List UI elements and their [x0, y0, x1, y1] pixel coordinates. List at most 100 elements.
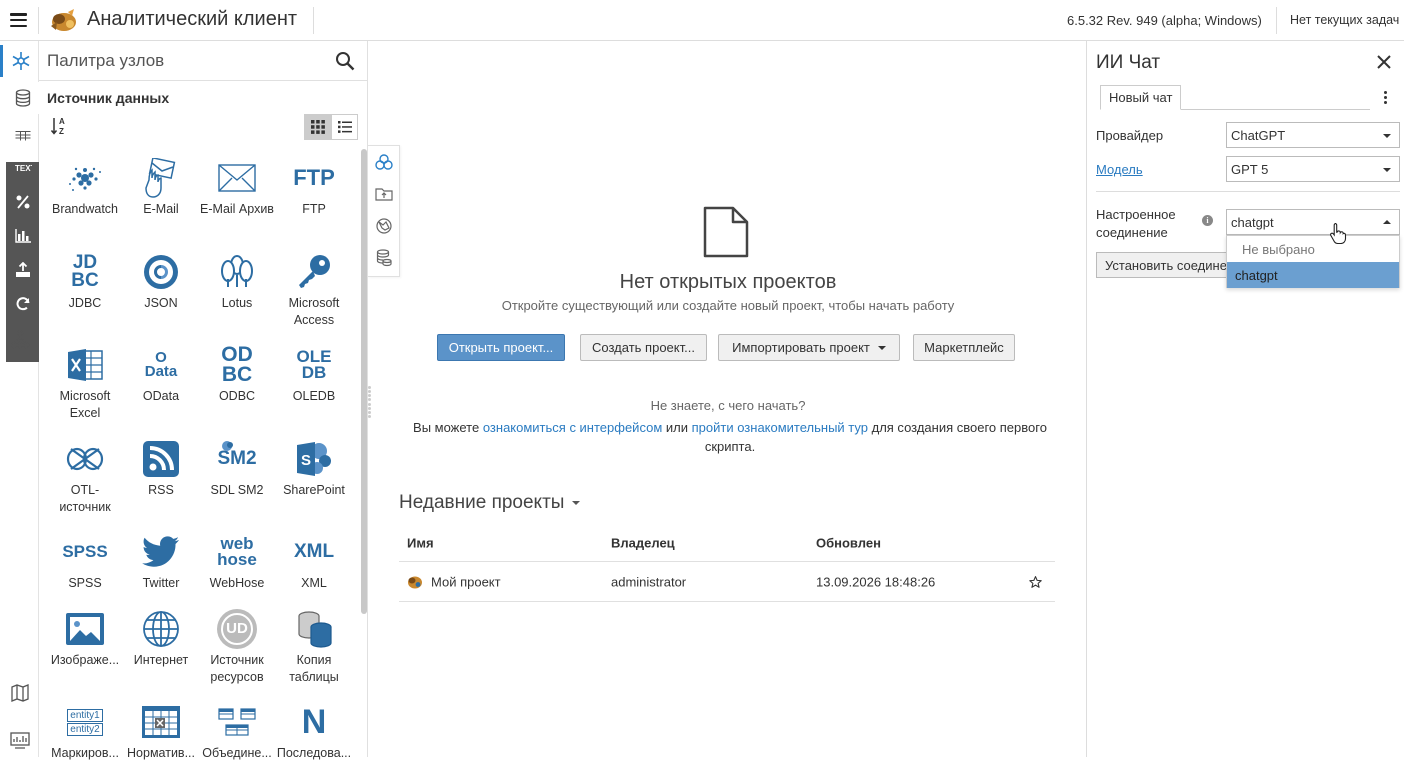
version-label: 6.5.32 Rev. 949 (alpha; Windows) [1067, 13, 1262, 28]
node-jdbc[interactable]: JD BC JDBC [47, 251, 123, 312]
node-json[interactable]: JSON [123, 251, 199, 312]
divider [313, 7, 314, 34]
ai-chat-panel: ИИ Чат Новый чат Провайдер ChatGPT Модел… [1086, 41, 1404, 757]
palette-search-placeholder: Палитра узлов [47, 51, 165, 70]
table-icon[interactable] [6, 118, 39, 150]
svg-text:TEXT: TEXT [15, 164, 32, 173]
dropdown-option[interactable]: Не выбрано [1227, 236, 1399, 262]
node-spss[interactable]: SPSS SPSS [47, 531, 123, 592]
open-project-button[interactable]: Открыть проект... [437, 334, 565, 361]
search-icon[interactable] [335, 51, 355, 71]
node-label: OTL-источник [59, 483, 111, 514]
node-sequence[interactable]: N Последова... [276, 701, 352, 762]
list-view-button[interactable] [331, 114, 358, 140]
dashboard-icon[interactable] [0, 725, 39, 757]
recent-projects-toggle[interactable]: Недавние проекты [399, 492, 581, 514]
info-icon[interactable]: i [1202, 215, 1213, 226]
rss-icon [143, 441, 179, 477]
text-icon[interactable]: TEXT [6, 152, 39, 184]
tour-link[interactable]: пройти ознакомительный тур [692, 420, 868, 435]
node-email[interactable]: E-Mail [123, 157, 199, 218]
node-label: Источник ресурсов [210, 653, 264, 684]
percent-icon[interactable] [6, 186, 39, 218]
marketplace-button[interactable]: Маркетплейс [913, 334, 1015, 361]
node-table-copy[interactable]: Копия таблицы [276, 608, 352, 685]
connection-select[interactable]: chatgpt [1226, 209, 1400, 235]
project-owner: administrator [611, 574, 687, 589]
node-label: SharePoint [283, 483, 345, 497]
node-sdl-sm2[interactable]: SM2 SDL SM2 [199, 438, 275, 499]
tasks-status[interactable]: Нет текущих задач [1290, 13, 1399, 27]
xml-icon: XML [293, 540, 335, 562]
spss-icon: SPSS [62, 541, 108, 561]
lotus-icon [221, 255, 253, 287]
table-row[interactable]: Мой проект administrator 13.09.2026 18:4… [399, 562, 1055, 602]
node-lotus[interactable]: Lotus [199, 251, 275, 312]
grid-view-button[interactable] [304, 114, 331, 140]
node-merge[interactable]: Объедине... [199, 701, 275, 762]
column-header[interactable]: Обновлен [816, 535, 881, 550]
model-link[interactable]: Модель [1096, 162, 1143, 177]
node-internet[interactable]: Интернет [123, 608, 199, 669]
node-label: Объедине... [202, 746, 272, 760]
node-ftp[interactable]: FTP FTP [276, 157, 352, 218]
brandwatch-icon [69, 167, 101, 191]
node-normative[interactable]: Норматив... [123, 701, 199, 762]
dropdown-option[interactable]: chatgpt [1227, 262, 1399, 288]
provider-select[interactable]: ChatGPT [1226, 122, 1400, 148]
map-icon[interactable] [0, 677, 39, 709]
empty-subtitle: Откройте существующий или создайте новый… [501, 298, 955, 313]
menu-icon[interactable] [10, 13, 27, 27]
oledb-icon: OLE DB [296, 346, 332, 382]
email-archive-icon [218, 164, 256, 192]
node-webhose[interactable]: web hose WebHose [199, 531, 275, 592]
node-microsoft-access[interactable]: Microsoft Access [276, 251, 352, 328]
node-markup[interactable]: entity1 entity2 Маркиров... [47, 701, 123, 762]
nodes-icon[interactable] [0, 45, 39, 77]
star-icon[interactable] [1029, 575, 1042, 588]
upload-icon[interactable] [6, 254, 39, 286]
close-icon[interactable] [1376, 54, 1392, 70]
node-oledb[interactable]: OLE DB OLEDB [276, 344, 352, 405]
import-project-button[interactable]: Импортировать проект [718, 334, 900, 361]
database-icon[interactable] [6, 82, 39, 114]
set-connection-button[interactable]: Установить соединение [1096, 252, 1236, 278]
more-options-icon[interactable] [1384, 91, 1387, 104]
project-icon [408, 576, 422, 588]
left-rail: TEXT [0, 41, 39, 757]
project-name[interactable]: Мой проект [431, 574, 501, 589]
app-logo-icon [51, 9, 76, 31]
odata-icon: O Data [144, 348, 178, 380]
node-xml[interactable]: XML XML [276, 531, 352, 592]
tab-new-chat[interactable]: Новый чат [1100, 85, 1182, 110]
sort-az-icon[interactable]: A Z [51, 116, 69, 136]
node-microsoft-excel[interactable]: Microsoft Excel [47, 344, 123, 421]
create-project-button[interactable]: Создать проект... [580, 334, 707, 361]
node-twitter[interactable]: Twitter [123, 531, 199, 592]
palette-scrollbar[interactable] [361, 149, 367, 614]
access-key-icon [299, 255, 330, 288]
ftp-icon: FTP [293, 164, 335, 190]
globe-icon [143, 611, 179, 647]
palette-search-input[interactable]: Палитра узлов [39, 41, 368, 81]
node-brandwatch[interactable]: Brandwatch [47, 157, 123, 218]
node-odata[interactable]: O Data OData [123, 344, 199, 405]
hand-cursor-icon [1330, 222, 1347, 244]
node-odbc[interactable]: OD BC ODBC [199, 344, 275, 405]
node-otl-source[interactable]: OTL-источник [47, 438, 123, 515]
project-updated: 13.09.2026 18:48:26 [816, 574, 936, 589]
column-header[interactable]: Имя [407, 535, 434, 550]
interface-link[interactable]: ознакомиться с интерфейсом [483, 420, 662, 435]
node-rss[interactable]: RSS [123, 438, 199, 499]
node-email-archive[interactable]: E-Mail Архив [199, 157, 275, 218]
node-label: Интернет [133, 653, 189, 667]
node-label: RSS [148, 483, 174, 497]
column-header[interactable]: Владелец [611, 535, 675, 550]
node-resource-source[interactable]: UD Источник ресурсов [199, 608, 275, 685]
node-sharepoint[interactable]: S SharePoint [276, 438, 352, 499]
model-select[interactable]: GPT 5 [1226, 156, 1400, 182]
node-image[interactable]: Изображе... [47, 608, 123, 669]
tree-icon[interactable] [0, 323, 39, 355]
refresh-icon[interactable] [6, 288, 39, 320]
bar-chart-icon[interactable] [6, 220, 39, 252]
